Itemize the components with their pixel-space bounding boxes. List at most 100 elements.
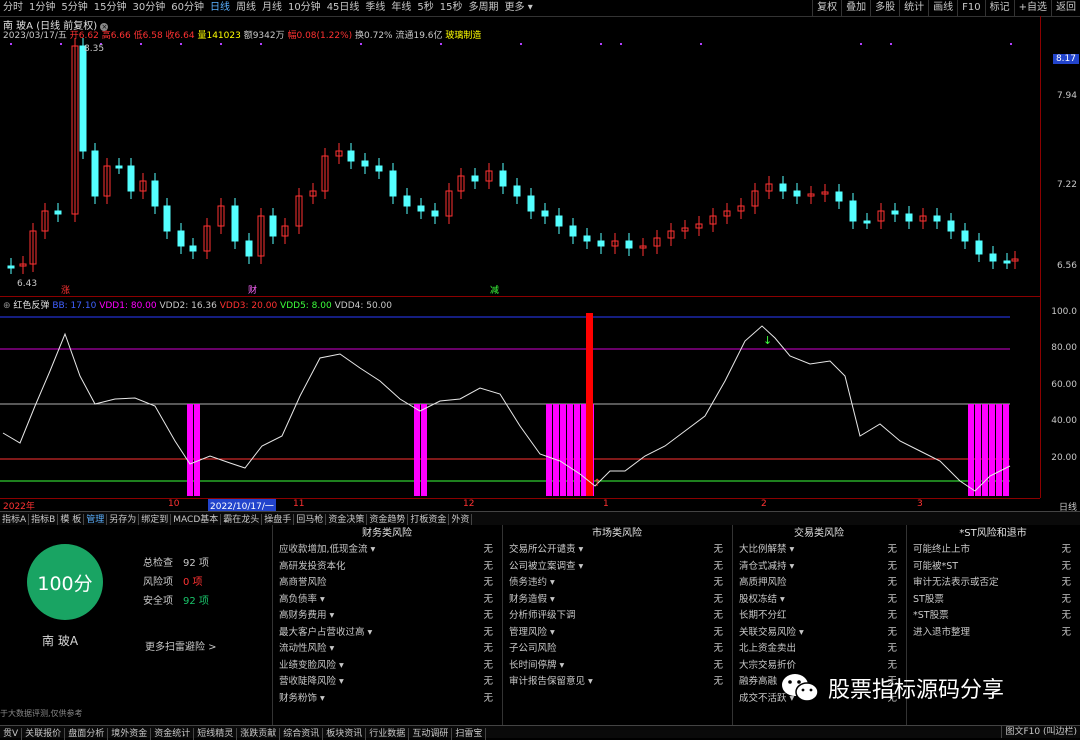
indicator-name[interactable]: 红色反弹 bbox=[13, 301, 49, 311]
period-tab[interactable]: 1分钟 bbox=[26, 0, 58, 16]
status-tab[interactable]: 行业数据 bbox=[366, 728, 410, 740]
risk-item-value: 无 bbox=[483, 593, 493, 605]
risk-item[interactable]: 清仓式减持 ▾ 无 bbox=[733, 559, 905, 576]
candle bbox=[891, 210, 899, 215]
signal-bar bbox=[546, 404, 552, 496]
risk-item[interactable]: 关联交易风险 ▾ 无 bbox=[733, 625, 905, 642]
status-tab[interactable]: 板块资讯 bbox=[323, 728, 367, 740]
risk-item[interactable]: 进入退市整理 无 bbox=[907, 625, 1079, 642]
status-tab[interactable]: 贯V bbox=[0, 728, 23, 740]
event-marker-finance[interactable]: 财 bbox=[248, 284, 257, 296]
candle bbox=[905, 213, 913, 222]
risk-item-label: 高商誉风险 bbox=[279, 577, 327, 588]
risk-item[interactable]: 公司被立案调查 ▾ 无 bbox=[503, 559, 731, 576]
more-periods-button[interactable]: 更多 ▾ bbox=[502, 0, 536, 16]
risk-item[interactable]: 高商誉风险 无 bbox=[273, 575, 501, 592]
disclaimer: 于大数据评测,仅供参考 bbox=[0, 709, 83, 718]
risk-item[interactable]: *ST股票 无 bbox=[907, 608, 1079, 625]
risk-item-label: 高负债率 ▾ bbox=[279, 593, 325, 605]
signal-bar bbox=[553, 404, 559, 496]
overlay-button[interactable]: 叠加 bbox=[841, 0, 870, 16]
draw-line-button[interactable]: 画线 bbox=[928, 0, 957, 16]
status-tab[interactable]: 盘面分析 bbox=[65, 728, 109, 740]
stats-button[interactable]: 统计 bbox=[899, 0, 928, 16]
risk-item[interactable]: 最大客户占营收过高 ▾ 无 bbox=[273, 625, 501, 642]
signal-bar bbox=[574, 404, 580, 496]
risk-item[interactable]: 高财务费用 ▾ 无 bbox=[273, 608, 501, 625]
period-tab[interactable]: 周线 bbox=[233, 0, 259, 16]
candlestick-chart[interactable]: 8.35 6.43 涨 财 减 bbox=[0, 16, 1040, 296]
status-tab[interactable]: 资金统计 bbox=[151, 728, 195, 740]
risk-item[interactable]: 可能终止上市 无 bbox=[907, 542, 1079, 559]
indicator-chart[interactable]: ↑ ↓ bbox=[0, 296, 1040, 498]
period-tab[interactable]: 多周期 bbox=[466, 0, 502, 16]
period-tab[interactable]: 5秒 bbox=[414, 0, 436, 16]
status-tab[interactable]: 互动调研 bbox=[409, 728, 453, 740]
back-button[interactable]: 返回 bbox=[1051, 0, 1080, 16]
status-tab[interactable]: 综合资讯 bbox=[280, 728, 324, 740]
period-tab[interactable]: 30分钟 bbox=[129, 0, 168, 16]
risk-item[interactable]: 债务违约 ▾ 无 bbox=[503, 575, 731, 592]
period-tab[interactable]: 季线 bbox=[362, 0, 388, 16]
candle bbox=[151, 180, 159, 207]
risk-item[interactable]: 应收款增加,低现金流 ▾ 无 bbox=[273, 542, 501, 559]
period-tab[interactable]: 5分钟 bbox=[58, 0, 90, 16]
event-marker-rise[interactable]: 涨 bbox=[61, 285, 70, 296]
risk-item[interactable]: 审计无法表示或否定 无 bbox=[907, 575, 1079, 592]
risk-item[interactable]: 业绩变脸风险 ▾ 无 bbox=[273, 658, 501, 675]
add-watchlist-button[interactable]: +自选 bbox=[1013, 0, 1051, 16]
period-tab[interactable]: 45日线 bbox=[324, 0, 363, 16]
risk-item[interactable]: ST股票 无 bbox=[907, 592, 1079, 609]
mark-button[interactable]: 标记 bbox=[984, 0, 1014, 16]
period-tab-active[interactable]: 日线 bbox=[207, 0, 233, 16]
status-tab[interactable]: 涨跌贡献 bbox=[237, 728, 281, 740]
status-tab[interactable]: 关联报价 bbox=[22, 728, 66, 740]
candle bbox=[127, 165, 135, 192]
risk-item[interactable]: 股权冻结 ▾ 无 bbox=[733, 592, 905, 609]
restore-rights-button[interactable]: 复权 bbox=[812, 0, 841, 16]
risk-item[interactable]: 北上资金卖出 无 bbox=[733, 641, 905, 658]
status-tab[interactable]: 短线精灵 bbox=[194, 728, 238, 740]
risk-item[interactable]: 财务造假 ▾ 无 bbox=[503, 592, 731, 609]
period-tab[interactable]: 分时 bbox=[0, 0, 26, 16]
period-tab[interactable]: 15分钟 bbox=[91, 0, 130, 16]
f10-sidebar-button[interactable]: 图文F10 (叫边栏) bbox=[1001, 726, 1080, 738]
period-tab[interactable]: 60分钟 bbox=[168, 0, 207, 16]
risk-item-label: 可能被*ST bbox=[913, 560, 959, 572]
period-tab[interactable]: 年线 bbox=[388, 0, 414, 16]
risk-item[interactable]: 流动性风险 ▾ 无 bbox=[273, 641, 501, 658]
f10-button[interactable]: F10 bbox=[957, 0, 984, 16]
risk-item[interactable]: 高质押风险 无 bbox=[733, 575, 905, 592]
settings-icon[interactable]: ⊕ bbox=[3, 301, 11, 311]
risk-item[interactable]: 大比例解禁 ▾ 无 bbox=[733, 542, 905, 559]
period-tab[interactable]: 15秒 bbox=[437, 0, 466, 16]
risk-item[interactable]: 营收陡降风险 ▾ 无 bbox=[273, 674, 501, 691]
risk-item[interactable]: 高研发投资本化 无 bbox=[273, 559, 501, 576]
risk-item[interactable]: 财务粉饰 ▾ 无 bbox=[273, 691, 501, 708]
score-badge: 100分 bbox=[27, 544, 103, 620]
indicator-tick: 80.00 bbox=[1051, 343, 1077, 353]
date-label: 2 bbox=[761, 499, 767, 509]
multi-stock-button[interactable]: 多股 bbox=[870, 0, 899, 16]
risk-item[interactable]: 长时间停牌 ▾ 无 bbox=[503, 658, 731, 675]
risk-item-label: 审计报告保留意见 ▾ bbox=[509, 676, 593, 687]
period-tab[interactable]: 月线 bbox=[259, 0, 285, 16]
event-marker-reduce[interactable]: 减 bbox=[490, 284, 499, 296]
risk-item[interactable]: 审计报告保留意见 ▾ 无 bbox=[503, 674, 731, 691]
risk-item[interactable]: 交易所公开谴责 ▾ 无 bbox=[503, 542, 731, 559]
period-tab[interactable]: 10分钟 bbox=[285, 0, 324, 16]
status-tab[interactable]: 扫雷宝 bbox=[452, 728, 487, 740]
signal-dot bbox=[1010, 43, 1012, 45]
risk-item-label: 管理风险 ▾ bbox=[509, 626, 555, 638]
risk-item[interactable]: 可能被*ST 无 bbox=[907, 559, 1079, 576]
risk-item[interactable]: 子公司风险 无 bbox=[503, 641, 731, 658]
risk-item[interactable]: 长期不分红 无 bbox=[733, 608, 905, 625]
risk-item[interactable]: 分析师评级下调 无 bbox=[503, 608, 731, 625]
risk-item-value: 无 bbox=[1061, 544, 1071, 555]
more-scan-link[interactable]: 更多扫雷避险 > bbox=[145, 638, 217, 653]
risk-item[interactable]: 高负债率 ▾ 无 bbox=[273, 592, 501, 609]
indicator-header: ⊕ 红色反弹 BB: 17.10 VDD1: 80.00 VDD2: 16.36… bbox=[3, 298, 392, 311]
status-tab[interactable]: 境外资金 bbox=[108, 728, 152, 740]
risk-item-value: 无 bbox=[713, 643, 723, 654]
risk-item[interactable]: 管理风险 ▾ 无 bbox=[503, 625, 731, 642]
